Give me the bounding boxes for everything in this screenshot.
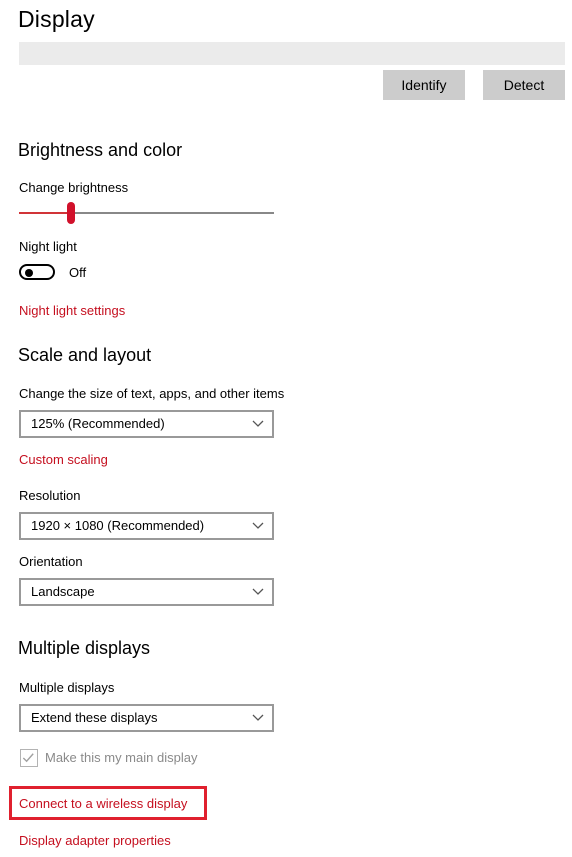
orientation-dropdown-value: Landscape <box>31 584 95 599</box>
section-title-scale: Scale and layout <box>18 345 152 365</box>
multiple-displays-dropdown-value: Extend these displays <box>31 710 158 725</box>
display-arrangement-area[interactable] <box>19 42 565 65</box>
main-display-label: Make this my main display <box>45 750 198 765</box>
chevron-down-icon <box>252 714 264 721</box>
orientation-label: Orientation <box>19 554 83 569</box>
resolution-dropdown-value: 1920 × 1080 (Recommended) <box>31 518 205 533</box>
page-title: Display <box>18 6 95 32</box>
night-light-label: Night light <box>19 239 77 254</box>
detect-button[interactable]: Detect <box>483 70 565 100</box>
size-dropdown-value: 125% (Recommended) <box>31 416 165 431</box>
brightness-slider-thumb[interactable] <box>67 202 75 224</box>
brightness-slider-fill <box>19 212 71 214</box>
change-brightness-label: Change brightness <box>19 180 129 195</box>
night-light-toggle[interactable] <box>19 264 55 280</box>
chevron-down-icon <box>252 420 264 427</box>
resolution-dropdown[interactable]: 1920 × 1080 (Recommended) <box>19 512 274 540</box>
night-light-settings-link[interactable]: Night light settings <box>19 303 125 318</box>
size-label: Change the size of text, apps, and other… <box>19 386 285 401</box>
orientation-dropdown[interactable]: Landscape <box>19 578 274 606</box>
resolution-label: Resolution <box>19 488 81 503</box>
section-title-multiple-displays: Multiple displays <box>18 638 151 658</box>
section-title-brightness: Brightness and color <box>18 140 183 160</box>
checkmark-icon <box>22 753 34 763</box>
connect-wireless-display-link[interactable]: Connect to a wireless display <box>19 796 187 811</box>
custom-scaling-link[interactable]: Custom scaling <box>19 452 108 467</box>
size-dropdown[interactable]: 125% (Recommended) <box>19 410 274 438</box>
chevron-down-icon <box>252 522 264 529</box>
brightness-slider-track[interactable] <box>71 212 274 214</box>
chevron-down-icon <box>252 588 264 595</box>
multiple-displays-label: Multiple displays <box>19 680 115 695</box>
toggle-knob <box>25 269 33 277</box>
night-light-state: Off <box>69 265 87 280</box>
multiple-displays-dropdown[interactable]: Extend these displays <box>19 704 274 732</box>
main-display-checkbox[interactable] <box>20 749 38 767</box>
display-adapter-properties-link[interactable]: Display adapter properties <box>19 833 171 848</box>
identify-button[interactable]: Identify <box>383 70 465 100</box>
